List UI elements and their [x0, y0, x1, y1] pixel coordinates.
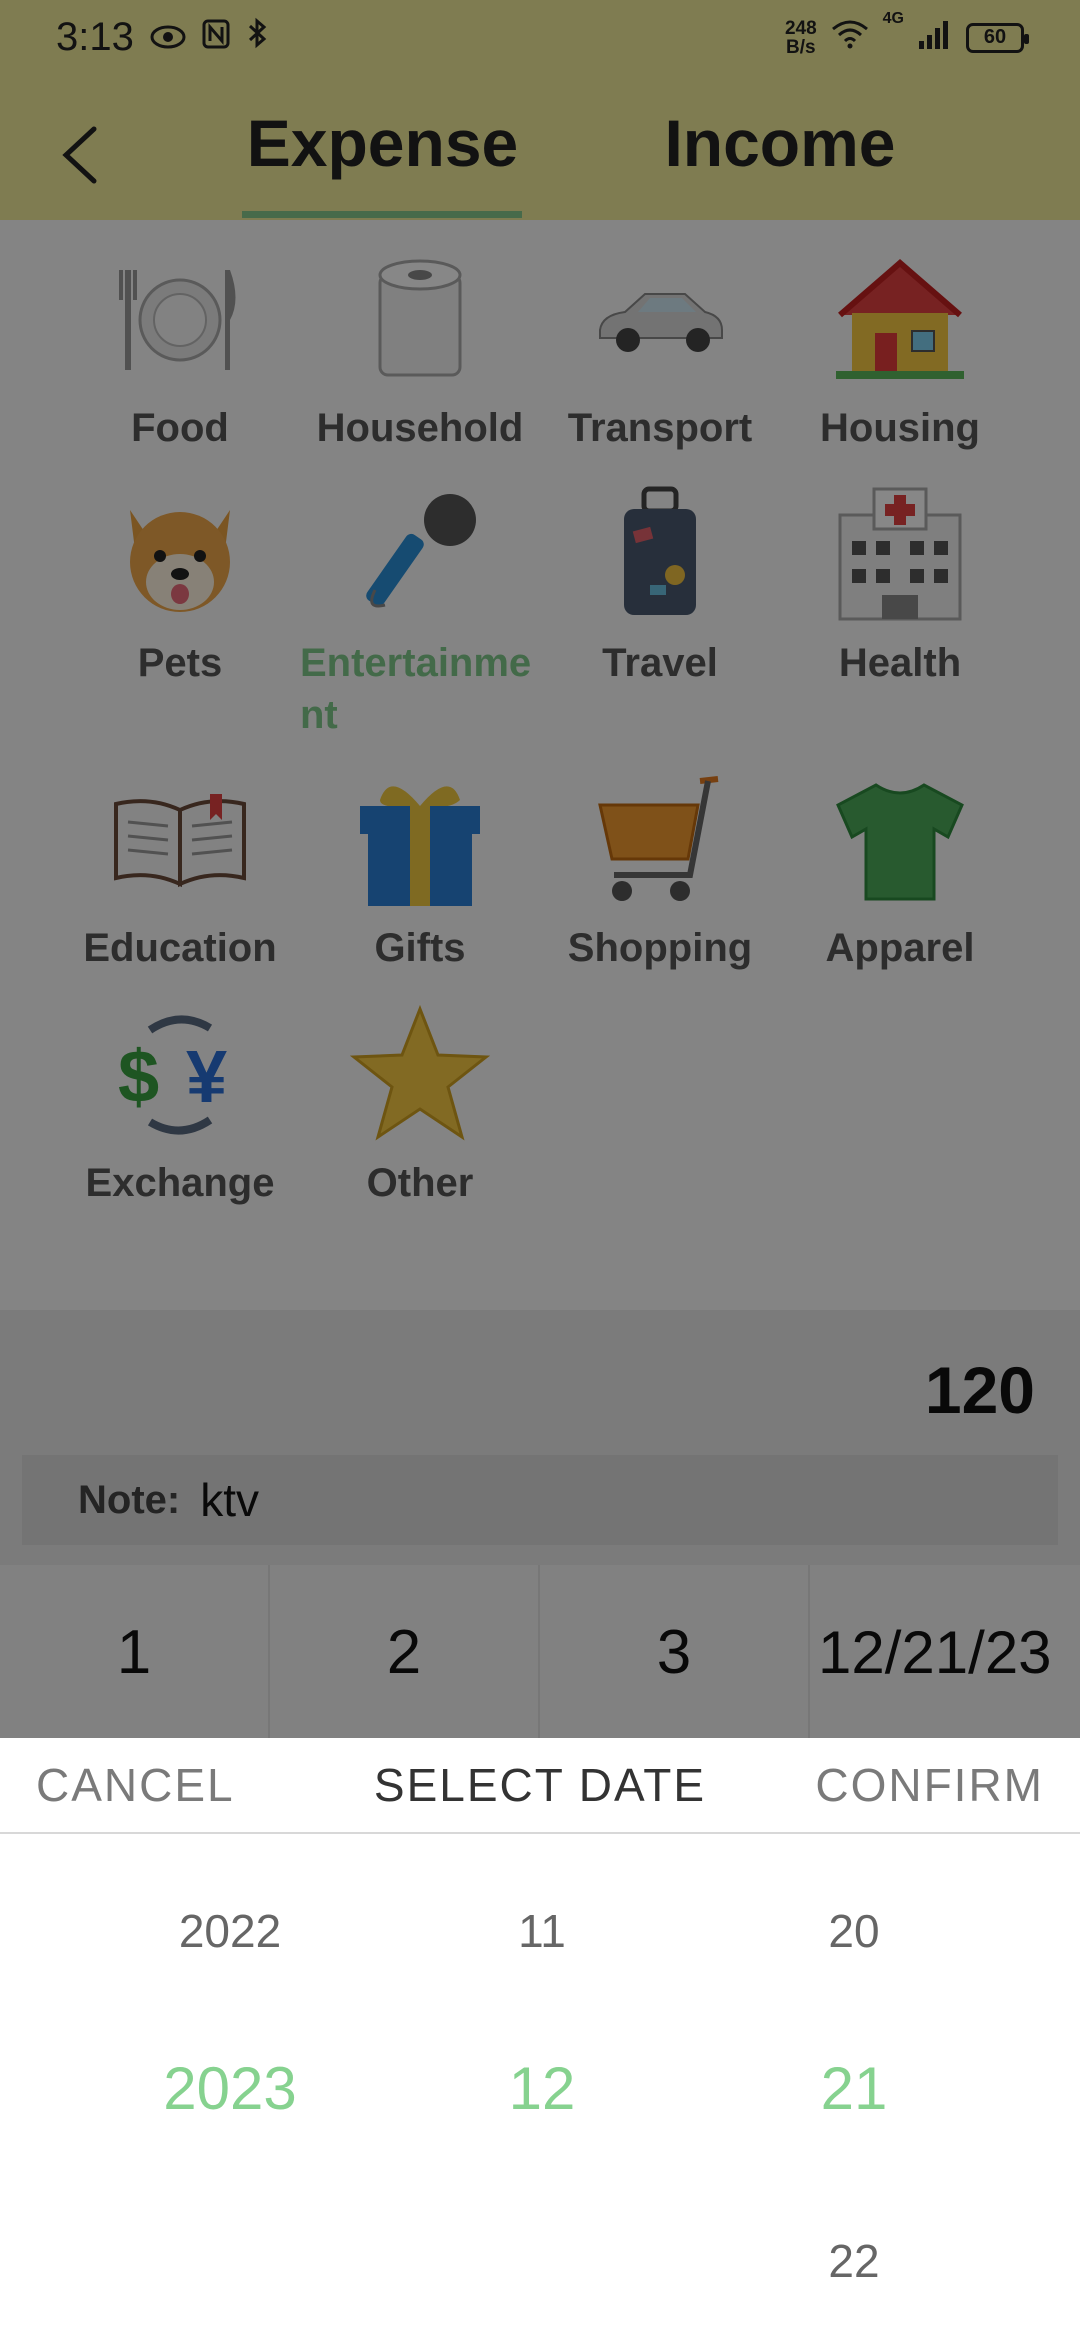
- month-prev[interactable]: 11: [382, 1904, 702, 1958]
- year-prev[interactable]: 2022: [70, 1904, 390, 1958]
- cancel-button[interactable]: CANCEL: [36, 1758, 235, 1812]
- month-wheel[interactable]: 11 12: [382, 1834, 702, 2340]
- confirm-button[interactable]: CONFIRM: [815, 1758, 1044, 1812]
- day-next[interactable]: 22: [694, 2234, 1014, 2288]
- date-picker-header: SELECT DATE CANCEL CONFIRM: [0, 1738, 1080, 1834]
- year-wheel[interactable]: 2022 2023: [70, 1834, 390, 2340]
- day-prev[interactable]: 20: [694, 1904, 1014, 1958]
- day-wheel[interactable]: 20 21 22: [694, 1834, 1014, 2340]
- date-picker-sheet: SELECT DATE CANCEL CONFIRM 2022 2023 11 …: [0, 1738, 1080, 2340]
- month-current[interactable]: 12: [382, 2054, 702, 2123]
- screen: 3:13 248 B/s 4G 60 Expense Income Food H…: [0, 0, 1080, 2340]
- day-current[interactable]: 21: [694, 2054, 1014, 2123]
- dim-overlay[interactable]: [0, 0, 1080, 1738]
- year-current[interactable]: 2023: [70, 2054, 390, 2123]
